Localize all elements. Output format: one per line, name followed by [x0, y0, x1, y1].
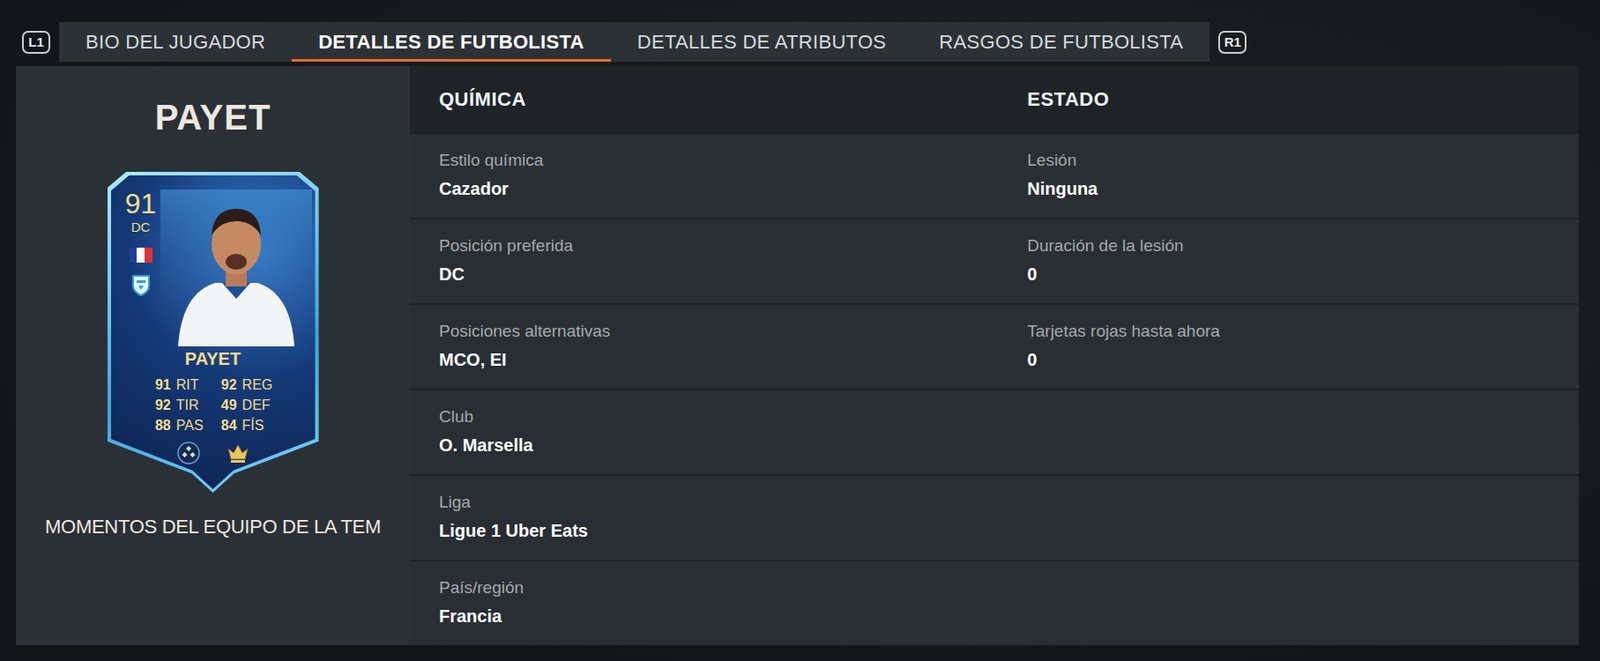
- field-label: Tarjetas rojas hasta ahora: [1026, 320, 1558, 343]
- info-row: Liga Ligue 1 Uber Eats: [409, 474, 1579, 560]
- section-title: ESTADO: [1026, 84, 1109, 114]
- info-cell: Lesión Ninguna: [1005, 133, 1579, 218]
- info-row: Posición preferida DC Duración de la lesió…: [409, 217, 1579, 304]
- field-label: Estilo química: [439, 149, 977, 172]
- field-value: 0: [1026, 348, 1558, 372]
- field-label: Liga: [439, 491, 977, 514]
- france-flag-icon: [129, 247, 153, 263]
- field-value: Francia: [439, 604, 977, 628]
- info-cell: Posiciones alternativas MCO, EI: [409, 305, 1006, 389]
- field-label: Lesión: [1026, 149, 1558, 172]
- card-stat: 91RIT: [153, 376, 204, 395]
- card-frame: 91DCPAYET91RIT92TIR88PAS92REG49DEF84FÍS: [107, 171, 320, 493]
- stat-value: 91: [153, 376, 172, 395]
- tab[interactable]: DETALLES DE FUTBOLISTA: [291, 22, 611, 62]
- player-pane: PAYET91DCPAYET91RIT92TIR88PAS92REG49DEF8…: [15, 66, 410, 646]
- info-cell: País/región Francia: [409, 561, 1006, 646]
- tab-strip: BIO DEL JUGADORDETALLES DE FUTBOLISTADET…: [59, 22, 1210, 62]
- field-label: Club: [439, 406, 977, 429]
- info-cell: Tarjetas rojas hasta ahora 0: [1005, 305, 1579, 389]
- tab[interactable]: RASGOS DE FUTBOLISTA: [912, 22, 1210, 62]
- field-value: Ligue 1 Uber Eats: [439, 519, 977, 543]
- info-cell: Posición preferida DC: [409, 219, 1006, 304]
- player-photo: [160, 189, 313, 347]
- stat-label: FÍS: [242, 416, 265, 435]
- field-label: Posiciones alternativas: [439, 320, 977, 343]
- info-table: QUÍMICA ESTADO Estilo química Cazador Lesión…: [409, 66, 1579, 646]
- section-title: QUÍMICA: [439, 84, 527, 114]
- section-header-row: QUÍMICA ESTADO: [409, 66, 1579, 133]
- stat-value: 88: [153, 416, 172, 435]
- section-header: QUÍMICA: [409, 66, 1006, 133]
- field-value: 0: [1026, 262, 1558, 286]
- info-row: Club O. Marsella: [409, 388, 1579, 475]
- field-value: MCO, EI: [439, 348, 977, 372]
- section-header: ESTADO: [1005, 66, 1579, 133]
- stat-label: DEF: [242, 396, 271, 415]
- stat-value: 49: [219, 396, 238, 415]
- prev-tab-key[interactable]: L1: [22, 30, 51, 54]
- field-label: Duración de la lesión: [1026, 235, 1558, 258]
- tab[interactable]: DETALLES DE ATRIBUTOS: [610, 22, 914, 62]
- info-cell: [1005, 390, 1579, 475]
- info-row: Posiciones alternativas MCO, EI Tarjetas r…: [409, 303, 1579, 389]
- field-value: O. Marsella: [439, 433, 977, 457]
- card-player-name: PAYET: [121, 348, 306, 370]
- card-stat: 88PAS: [153, 416, 204, 435]
- card-icons: [121, 441, 306, 465]
- field-value: Ninguna: [1026, 177, 1558, 201]
- card-info: 91DC: [121, 189, 161, 347]
- stat-column: 91RIT92TIR88PAS: [153, 376, 204, 435]
- tab[interactable]: BIO DEL JUGADOR: [59, 22, 292, 62]
- card-face: 91DCPAYET91RIT92TIR88PAS92REG49DEF84FÍS: [111, 175, 316, 490]
- info-cell: Liga Ligue 1 Uber Eats: [409, 476, 1006, 560]
- next-tab-key[interactable]: R1: [1218, 30, 1247, 54]
- stat-label: PAS: [176, 416, 204, 435]
- card-stat: 49DEF: [219, 396, 274, 415]
- stat-label: RIT: [176, 376, 200, 395]
- card-rating: 91: [125, 189, 157, 218]
- info-cell: [1005, 476, 1579, 560]
- stat-label: REG: [242, 376, 274, 395]
- card-type: MOMENTOS DEL EQUIPO DE LA TEM: [44, 515, 381, 539]
- card-stat: 92REG: [219, 376, 274, 395]
- info-cell: Club O. Marsella: [409, 390, 1006, 475]
- stat-column: 92REG49DEF84FÍS: [219, 376, 274, 435]
- playstyle-crown-icon: [226, 442, 250, 464]
- info-cell: Duración de la lesión 0: [1005, 219, 1579, 304]
- chemistry-style-icon: [177, 441, 201, 465]
- card-position: DC: [131, 219, 151, 236]
- stat-label: TIR: [176, 396, 200, 415]
- info-row: Estilo química Cazador Lesión Ninguna: [409, 132, 1579, 218]
- info-cell: Estilo química Cazador: [409, 133, 1006, 218]
- stat-value: 92: [219, 376, 238, 395]
- player-card: 91DCPAYET91RIT92TIR88PAS92REG49DEF84FÍS: [107, 171, 320, 493]
- card-top: 91DC: [121, 189, 306, 347]
- field-label: País/región: [439, 577, 977, 600]
- stat-value: 92: [153, 396, 172, 415]
- details-panel: PAYET91DCPAYET91RIT92TIR88PAS92REG49DEF8…: [15, 66, 1579, 646]
- card-stat: 92TIR: [153, 396, 204, 415]
- field-label: Posición preferida: [439, 235, 977, 258]
- card-stats: 91RIT92TIR88PAS92REG49DEF84FÍS: [121, 376, 306, 435]
- player-name: PAYET: [155, 97, 272, 137]
- field-value: DC: [439, 262, 977, 286]
- card-stat: 84FÍS: [219, 416, 274, 435]
- stat-value: 84: [219, 416, 238, 435]
- club-badge-icon: [130, 273, 152, 297]
- info-row: País/región Francia: [409, 559, 1579, 646]
- field-value: Cazador: [439, 177, 977, 201]
- tab-bar: L1 BIO DEL JUGADORDETALLES DE FUTBOLISTAD…: [15, 22, 1579, 62]
- info-cell: [1005, 561, 1579, 646]
